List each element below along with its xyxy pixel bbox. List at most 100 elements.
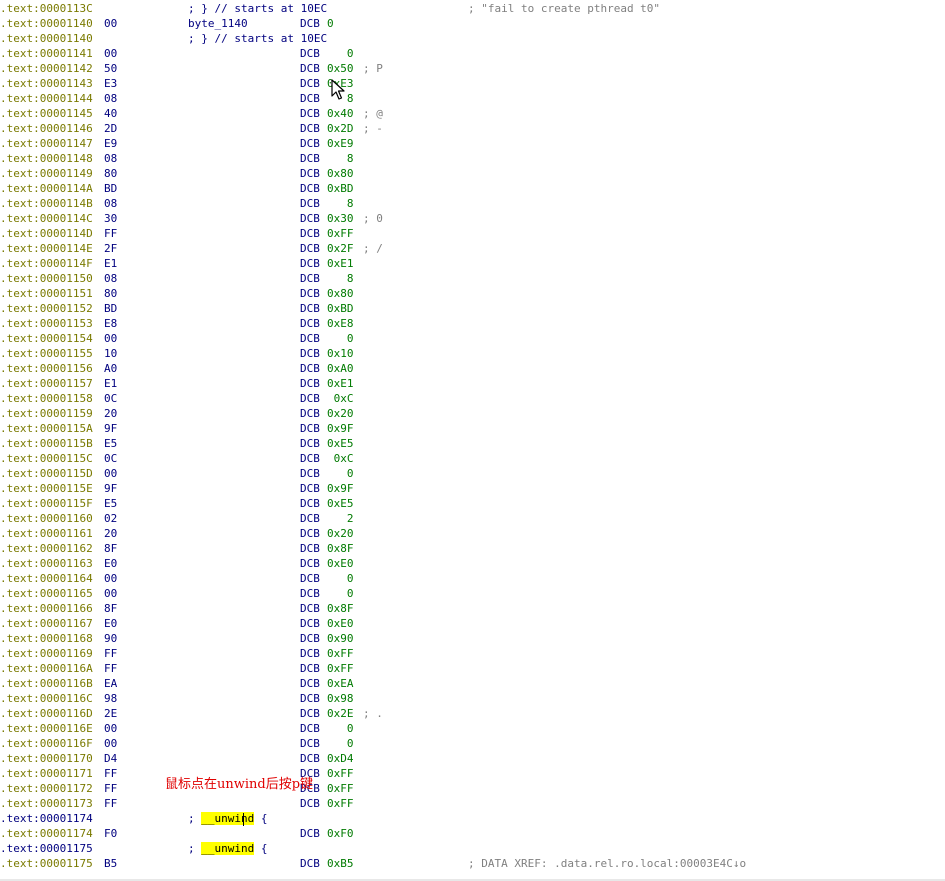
- listing-row[interactable]: .text:0000113C ; } // starts at 10EC ; "fa…: [0, 1, 945, 16]
- listing-row[interactable]: .text:0000114A BD DCB 0xBD: [0, 181, 945, 196]
- mnemonic[interactable]: DCB: [300, 436, 320, 451]
- operand[interactable]: 0: [327, 736, 354, 751]
- address[interactable]: .text:0000114C: [0, 211, 93, 226]
- operand[interactable]: 0x50: [327, 61, 354, 76]
- operand[interactable]: 0xFF: [327, 226, 354, 241]
- listing-row[interactable]: .text:0000114B 08 DCB 8: [0, 196, 945, 211]
- address[interactable]: .text:00001154: [0, 331, 93, 346]
- mnemonic[interactable]: DCB: [300, 661, 320, 676]
- address[interactable]: .text:00001141: [0, 46, 93, 61]
- listing-row[interactable]: .text:0000115F E5 DCB 0xE5: [0, 496, 945, 511]
- operand[interactable]: 0x10: [327, 346, 354, 361]
- listing-row[interactable]: .text:00001167 E0 DCB 0xE0: [0, 616, 945, 631]
- mnemonic[interactable]: DCB: [300, 751, 320, 766]
- operand[interactable]: 0xE9: [327, 136, 354, 151]
- listing-row[interactable]: .text:0000115E 9F DCB 0x9F: [0, 481, 945, 496]
- operand[interactable]: 0xFF: [327, 766, 354, 781]
- listing-row[interactable]: .text:0000115C 0C DCB 0xC: [0, 451, 945, 466]
- address[interactable]: .text:00001164: [0, 571, 93, 586]
- address[interactable]: .text:00001174: [0, 826, 93, 841]
- address[interactable]: .text:00001140: [0, 16, 93, 31]
- address[interactable]: .text:00001171: [0, 766, 93, 781]
- xref-comment[interactable]: ; "fail to create pthread t0": [468, 1, 660, 16]
- address[interactable]: .text:00001165: [0, 586, 93, 601]
- mnemonic[interactable]: DCB: [300, 496, 320, 511]
- mnemonic[interactable]: DCB: [300, 106, 320, 121]
- listing-row[interactable]: .text:0000114C 30 DCB 0x30 ; 0: [0, 211, 945, 226]
- listing-row[interactable]: .text:00001141 00 DCB 0: [0, 46, 945, 61]
- listing-row[interactable]: .text:0000116E 00 DCB 0: [0, 721, 945, 736]
- mnemonic[interactable]: DCB: [300, 46, 320, 61]
- address[interactable]: .text:00001144: [0, 91, 93, 106]
- mnemonic[interactable]: DCB: [300, 286, 320, 301]
- address[interactable]: .text:00001160: [0, 511, 93, 526]
- listing-row[interactable]: .text:0000116D 2E DCB 0x2E ; .: [0, 706, 945, 721]
- address[interactable]: .text:0000114D: [0, 226, 93, 241]
- mnemonic[interactable]: DCB: [300, 706, 320, 721]
- address[interactable]: .text:0000114A: [0, 181, 93, 196]
- operand[interactable]: 0xE1: [327, 256, 354, 271]
- address[interactable]: .text:00001149: [0, 166, 93, 181]
- address[interactable]: .text:00001158: [0, 391, 93, 406]
- listing-row[interactable]: .text:00001175 B5 DCB 0xB5 ; DATA XREF: .dat…: [0, 856, 945, 871]
- listing-row[interactable]: .text:00001162 8F DCB 0x8F: [0, 541, 945, 556]
- operand[interactable]: 0x2D: [327, 121, 354, 136]
- address[interactable]: .text:00001151: [0, 286, 93, 301]
- listing-row[interactable]: .text:00001171 FF DCB 0xFF: [0, 766, 945, 781]
- address[interactable]: .text:0000115C: [0, 451, 93, 466]
- mnemonic[interactable]: DCB: [300, 646, 320, 661]
- unwind-comment[interactable]: ; __unwind {: [188, 811, 267, 826]
- address[interactable]: .text:00001153: [0, 316, 93, 331]
- mnemonic[interactable]: DCB: [300, 316, 320, 331]
- listing-row[interactable]: .text:00001151 80 DCB 0x80: [0, 286, 945, 301]
- listing-row[interactable]: .text:00001154 00 DCB 0: [0, 331, 945, 346]
- address[interactable]: .text:0000115E: [0, 481, 93, 496]
- operand[interactable]: 0x9F: [327, 421, 354, 436]
- listing-row[interactable]: .text:00001149 80 DCB 0x80: [0, 166, 945, 181]
- listing-row[interactable]: .text:00001164 00 DCB 0: [0, 571, 945, 586]
- address[interactable]: .text:0000114E: [0, 241, 93, 256]
- mnemonic[interactable]: DCB: [300, 406, 320, 421]
- operand[interactable]: 8: [327, 151, 354, 166]
- operand[interactable]: 0xBD: [327, 181, 354, 196]
- operand[interactable]: 0xE0: [327, 616, 354, 631]
- listing-row[interactable]: .text:00001142 50 DCB 0x50 ; P: [0, 61, 945, 76]
- operand[interactable]: 0: [327, 46, 354, 61]
- operand[interactable]: 8: [327, 196, 354, 211]
- address[interactable]: .text:0000114F: [0, 256, 93, 271]
- mnemonic[interactable]: DCB: [300, 526, 320, 541]
- operand[interactable]: 0xC: [327, 451, 354, 466]
- operand[interactable]: 0x98: [327, 691, 354, 706]
- listing-row[interactable]: .text:00001159 20 DCB 0x20: [0, 406, 945, 421]
- listing-row[interactable]: .text:00001163 E0 DCB 0xE0: [0, 556, 945, 571]
- operand[interactable]: 0xFF: [327, 781, 354, 796]
- mnemonic[interactable]: DCB: [300, 256, 320, 271]
- address[interactable]: .text:0000115A: [0, 421, 93, 436]
- mnemonic[interactable]: DCB: [300, 121, 320, 136]
- listing-row[interactable]: .text:00001172 FF DCB 0xFF: [0, 781, 945, 796]
- listing-row[interactable]: .text:0000114D FF DCB 0xFF: [0, 226, 945, 241]
- operand[interactable]: 0xE8: [327, 316, 354, 331]
- operand[interactable]: 8: [327, 271, 354, 286]
- address[interactable]: .text:00001175: [0, 856, 93, 871]
- listing-row[interactable]: .text:00001170 D4 DCB 0xD4: [0, 751, 945, 766]
- listing-row[interactable]: .text:00001168 90 DCB 0x90: [0, 631, 945, 646]
- mnemonic[interactable]: DCB: [300, 346, 320, 361]
- address[interactable]: .text:00001145: [0, 106, 93, 121]
- listing-row[interactable]: .text:00001152 BD DCB 0xBD: [0, 301, 945, 316]
- listing-row[interactable]: .text:0000116F 00 DCB 0: [0, 736, 945, 751]
- operand[interactable]: 0: [327, 466, 354, 481]
- operand[interactable]: 0x90: [327, 631, 354, 646]
- data-label[interactable]: byte_1140: [188, 16, 248, 31]
- xref-comment[interactable]: ; DATA XREF: .data.rel.ro.local:00003E4C…: [468, 856, 746, 871]
- address[interactable]: .text:00001143: [0, 76, 93, 91]
- address[interactable]: .text:00001150: [0, 271, 93, 286]
- listing-row[interactable]: .text:0000116C 98 DCB 0x98: [0, 691, 945, 706]
- listing-row[interactable]: .text:00001143 E3 DCB 0xE3: [0, 76, 945, 91]
- unwind-comment[interactable]: ; __unwind {: [188, 841, 267, 856]
- operand[interactable]: 0x40: [327, 106, 354, 121]
- mnemonic[interactable]: DCB: [300, 301, 320, 316]
- mnemonic[interactable]: DCB: [300, 796, 320, 811]
- listing-row[interactable]: .text:00001166 8F DCB 0x8F: [0, 601, 945, 616]
- operand[interactable]: 0x9F: [327, 481, 354, 496]
